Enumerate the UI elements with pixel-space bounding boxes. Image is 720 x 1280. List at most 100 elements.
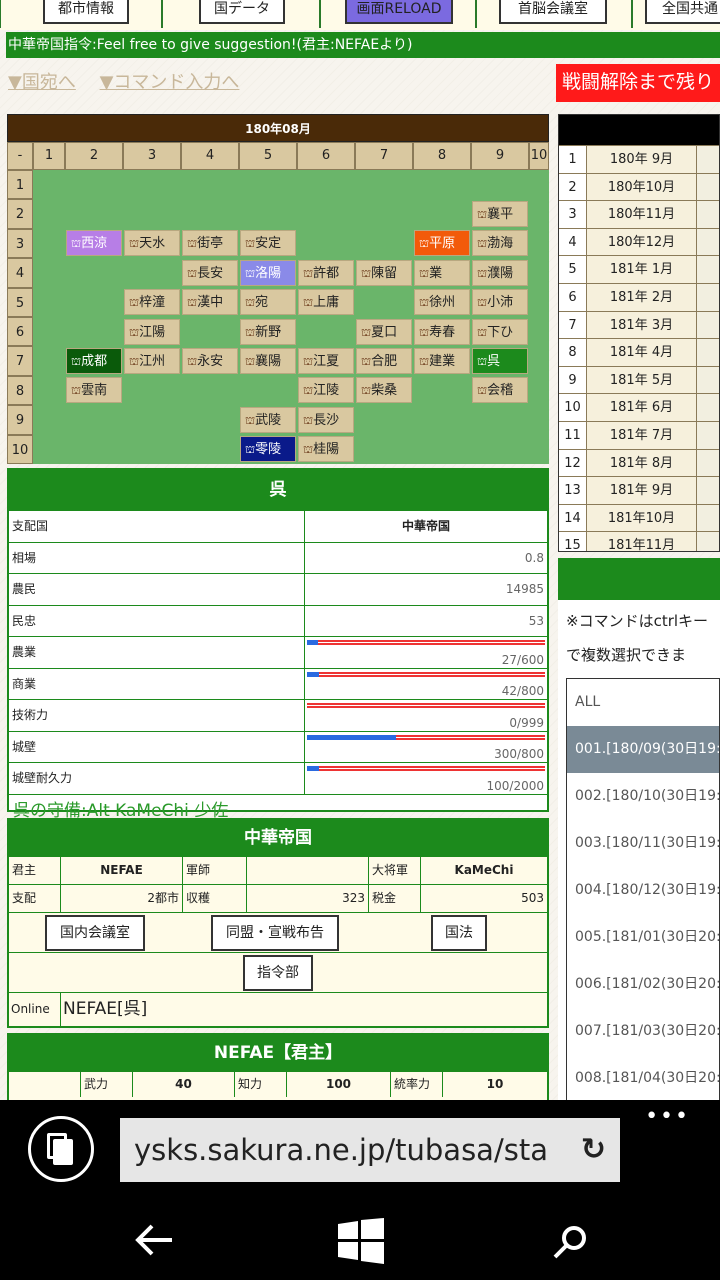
map-city[interactable]: ⛫上庸 bbox=[298, 289, 354, 316]
map-city[interactable]: ⛫小沛 bbox=[472, 289, 528, 316]
map-city[interactable]: ⛫合肥 bbox=[356, 347, 412, 374]
schedule-row: 3 180年11月 bbox=[559, 200, 719, 228]
map-city[interactable]: ⛫零陵 bbox=[240, 436, 296, 463]
alliance-war-button[interactable]: 同盟・宣戦布告 bbox=[211, 915, 339, 951]
map-city[interactable]: ⛫桂陽 bbox=[298, 436, 354, 463]
map-city[interactable]: ⛫西涼 bbox=[66, 230, 122, 257]
map-city[interactable]: ⛫陳留 bbox=[356, 259, 412, 286]
map-city[interactable]: ⛫長安 bbox=[182, 259, 238, 286]
map-city[interactable]: ⛫洛陽 bbox=[240, 259, 296, 286]
stat-value: 27/600 bbox=[305, 637, 547, 668]
schedule-date: 181年 1月 bbox=[587, 256, 697, 283]
command-link[interactable]: ▼コマンド入力へ bbox=[100, 72, 240, 93]
more-menu-icon[interactable]: ••• bbox=[645, 1104, 690, 1129]
city-name: 江陵 bbox=[313, 383, 340, 399]
map-city[interactable]: ⛫寿春 bbox=[414, 318, 470, 345]
map-city[interactable]: ⛫建業 bbox=[414, 347, 470, 374]
map-city[interactable]: ⛫柴桑 bbox=[356, 377, 412, 404]
city-name: 小沛 bbox=[487, 295, 514, 311]
bar-segment bbox=[307, 674, 545, 677]
stat-value: 14985 bbox=[505, 582, 544, 596]
command-option[interactable]: 005.[181/01(30日20:04) bbox=[567, 914, 719, 961]
online-label: Online bbox=[9, 993, 61, 1026]
city-title: 呉 bbox=[9, 470, 547, 510]
map-city[interactable]: ⛫江陽 bbox=[124, 318, 180, 345]
schedule-row: 15 181年11月 bbox=[559, 531, 719, 551]
map-city[interactable]: ⛫成都 bbox=[66, 347, 122, 374]
map-city[interactable]: ⛫永安 bbox=[182, 347, 238, 374]
nav-reload-button[interactable]: 画面RELOAD bbox=[345, 0, 453, 24]
castle-icon: ⛫ bbox=[419, 325, 430, 339]
map-city[interactable]: ⛫天水 bbox=[124, 230, 180, 257]
city-name: 襄平 bbox=[487, 206, 514, 222]
command-option[interactable]: 007.[181/03(30日20:24) bbox=[567, 1008, 719, 1055]
map-city[interactable]: ⛫梓潼 bbox=[124, 289, 180, 316]
schedule-row: 14 181年10月 bbox=[559, 503, 719, 532]
map-city[interactable]: ⛫襄平 bbox=[472, 200, 528, 227]
command-option[interactable]: 004.[180/12(30日19:54) bbox=[567, 867, 719, 914]
nav-common-button[interactable]: 全国共通 bbox=[645, 0, 720, 24]
command-option[interactable]: 003.[180/11(30日19:44) bbox=[567, 820, 719, 867]
map-city[interactable]: ⛫呉 bbox=[472, 347, 528, 374]
city-name: 江夏 bbox=[313, 353, 340, 369]
castle-icon: ⛫ bbox=[477, 325, 488, 339]
schedule-date: 181年 5月 bbox=[587, 366, 697, 394]
map-city[interactable]: ⛫江夏 bbox=[298, 347, 354, 374]
map-city[interactable]: ⛫襄陽 bbox=[240, 347, 296, 374]
command-option[interactable]: ALL bbox=[567, 679, 719, 726]
city-name: 渤海 bbox=[487, 236, 514, 252]
command-option[interactable]: 006.[181/02(30日20:14) bbox=[567, 961, 719, 1008]
map-city[interactable]: ⛫雲南 bbox=[66, 377, 122, 404]
map-city[interactable]: ⛫安定 bbox=[240, 230, 296, 257]
nav-nation-data-button[interactable]: 国データ bbox=[199, 0, 285, 24]
stat-label: 城壁耐久力 bbox=[9, 763, 305, 794]
map-city[interactable]: ⛫渤海 bbox=[472, 230, 528, 257]
nav-summit-room-button[interactable]: 首脳会議室 bbox=[499, 0, 607, 24]
map-city[interactable]: ⛫濮陽 bbox=[472, 259, 528, 286]
map-city[interactable]: ⛫街亭 bbox=[182, 230, 238, 257]
command-hq-button[interactable]: 指令部 bbox=[243, 955, 313, 991]
schedule-index: 4 bbox=[559, 228, 587, 256]
command-panel: ※コマンドはctrlキーで複数選択できます。 ALL001.[180/09(30… bbox=[558, 558, 720, 1100]
map-city[interactable]: ⛫漢中 bbox=[182, 289, 238, 316]
world-map: 180年08月 -1 2 3 4 5 6 7 8 9 10 1 2 3 4 5 6 7 8 9 10 ⛫襄平 ⛫西涼 ⛫天水… bbox=[7, 114, 549, 464]
command-option[interactable]: 008.[181/04(30日20:34) bbox=[567, 1055, 719, 1100]
castle-icon: ⛫ bbox=[303, 354, 314, 368]
map-city[interactable]: ⛫長沙 bbox=[298, 406, 354, 433]
map-city[interactable]: ⛫徐州 bbox=[414, 289, 470, 316]
map-city[interactable]: ⛫新野 bbox=[240, 318, 296, 345]
nav-city-info-button[interactable]: 都市情報 bbox=[43, 0, 129, 24]
castle-icon: ⛫ bbox=[245, 443, 256, 457]
map-city[interactable]: ⛫武陵 bbox=[240, 406, 296, 433]
castle-icon: ⛫ bbox=[245, 325, 256, 339]
windows-start-icon[interactable] bbox=[338, 1218, 384, 1264]
map-city[interactable]: ⛫江州 bbox=[124, 347, 180, 374]
nation-law-button[interactable]: 国法 bbox=[431, 915, 487, 951]
tabs-button[interactable] bbox=[28, 1116, 94, 1182]
map-city[interactable]: ⛫平原 bbox=[414, 230, 470, 257]
castle-icon: ⛫ bbox=[129, 354, 140, 368]
battle-timer: 戦闘解除まで残り bbox=[556, 64, 720, 102]
nation-link[interactable]: ▼国宛へ bbox=[8, 72, 76, 93]
reload-icon[interactable]: ↻ bbox=[581, 1118, 606, 1182]
search-icon[interactable] bbox=[552, 1224, 588, 1260]
map-city[interactable]: ⛫江陵 bbox=[298, 377, 354, 404]
map-city[interactable]: ⛫許都 bbox=[298, 259, 354, 286]
city-stat-row: 城壁耐久力 100/2000 bbox=[9, 762, 547, 794]
map-city[interactable]: ⛫下ひ bbox=[472, 318, 528, 345]
map-city[interactable]: ⛫夏口 bbox=[356, 318, 412, 345]
map-city[interactable]: ⛫業 bbox=[414, 259, 470, 286]
command-option[interactable]: 002.[180/10(30日19:34) bbox=[567, 773, 719, 820]
city-name: 襄陽 bbox=[255, 353, 282, 369]
map-city[interactable]: ⛫宛 bbox=[240, 289, 296, 316]
address-bar[interactable]: ysks.sakura.ne.jp/tubasa/sta ↻ bbox=[120, 1118, 620, 1182]
schedule-date: 181年 6月 bbox=[587, 394, 697, 421]
command-select-list[interactable]: ALL001.[180/09(30日19:24)002.[180/10(30日1… bbox=[566, 678, 720, 1100]
strategist-value bbox=[247, 857, 369, 884]
city-name: 江州 bbox=[139, 353, 166, 369]
city-name: 永安 bbox=[197, 353, 224, 369]
map-city[interactable]: ⛫会稽 bbox=[472, 377, 528, 404]
back-icon[interactable] bbox=[134, 1222, 174, 1258]
domestic-meeting-button[interactable]: 国内会議室 bbox=[45, 915, 145, 951]
command-option[interactable]: 001.[180/09(30日19:24) bbox=[567, 726, 719, 773]
